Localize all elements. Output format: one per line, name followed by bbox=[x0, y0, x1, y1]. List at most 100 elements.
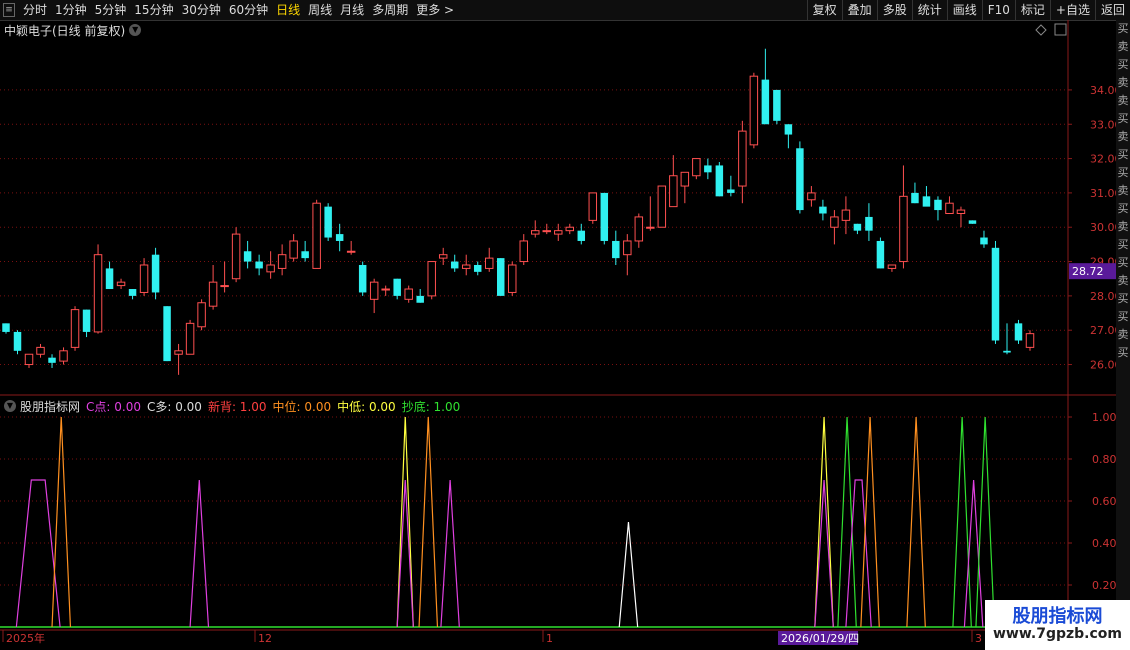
toolbar-button[interactable]: 复权 bbox=[806, 0, 842, 20]
candle-body bbox=[277, 254, 287, 269]
candle-body bbox=[335, 234, 344, 241]
candle-body bbox=[727, 189, 735, 193]
ind-tick-label: 0.60 bbox=[1092, 495, 1116, 508]
diamond-icon bbox=[1035, 24, 1047, 36]
candle-body bbox=[807, 192, 816, 201]
period-tab[interactable]: 多周期 bbox=[368, 0, 412, 20]
price-tick-label: 28.00 bbox=[1090, 290, 1116, 303]
candle-body bbox=[438, 254, 448, 259]
panel-icon bbox=[1054, 23, 1067, 36]
candle-body bbox=[761, 79, 770, 125]
candle-body bbox=[289, 240, 298, 259]
period-tab[interactable]: 月线 bbox=[336, 0, 368, 20]
candle-body bbox=[657, 185, 667, 228]
price-tick-label: 34.00 bbox=[1090, 84, 1116, 97]
toolbar-button[interactable]: 叠加 bbox=[841, 0, 877, 20]
indicator-signal-line bbox=[396, 416, 414, 628]
indicator-signal-line bbox=[906, 416, 926, 628]
candle-body bbox=[934, 199, 942, 211]
toolbar-button[interactable]: 标记 bbox=[1014, 0, 1050, 20]
candle-body bbox=[519, 240, 528, 263]
price-tick-label: 33.00 bbox=[1090, 118, 1116, 131]
period-tab[interactable]: 30分钟 bbox=[178, 0, 225, 20]
candle-body bbox=[82, 309, 91, 332]
period-tab[interactable]: 15分钟 bbox=[130, 0, 177, 20]
toolbar-button[interactable]: 画线 bbox=[946, 0, 982, 20]
candle-body bbox=[174, 350, 183, 355]
candle-body bbox=[623, 240, 632, 256]
candle-body bbox=[416, 295, 424, 303]
candle-body bbox=[473, 264, 482, 272]
toolbar-button[interactable]: +自选 bbox=[1049, 0, 1095, 20]
candle-body bbox=[612, 240, 620, 259]
candle-body bbox=[116, 281, 126, 287]
candle-body bbox=[841, 209, 851, 221]
candle-body bbox=[301, 251, 309, 259]
indicator-signal-line bbox=[952, 416, 972, 628]
menu-icon[interactable]: ≡ bbox=[3, 3, 15, 17]
candle-body bbox=[105, 268, 114, 290]
candle-body bbox=[450, 261, 459, 269]
indicator-header: ▼ 股朋指标网 C点: 0.00 C多: 0.00 新背: 1.00 中位: 0.00… bbox=[4, 398, 472, 414]
toolbar-button[interactable]: 返回 bbox=[1094, 0, 1130, 20]
candle-body bbox=[369, 281, 379, 300]
candle-body bbox=[312, 202, 321, 269]
period-toolbar: ≡ 分时 1分钟 5分钟 15分钟 30分钟 60分钟 日线 周线 月线 多周期 更多 > 复权 叠加… bbox=[0, 0, 1130, 21]
toolbar-button[interactable]: F10 bbox=[981, 0, 1015, 20]
candle-body bbox=[59, 350, 68, 362]
candle-body bbox=[542, 230, 552, 233]
side-signal-text: 买卖买卖卖买卖买买卖买卖买买卖买买卖买 bbox=[1117, 22, 1129, 359]
candle-body bbox=[738, 130, 747, 187]
indicator-signal-line bbox=[418, 416, 439, 628]
ind-tick-label: 0.40 bbox=[1092, 537, 1116, 550]
watermark-url: www.7gpzb.com bbox=[992, 626, 1122, 642]
side-signal-column: 买卖买卖卖买卖买买卖买卖买买卖买买卖买 bbox=[1116, 20, 1130, 630]
period-tab[interactable]: 日线 bbox=[272, 0, 304, 20]
candle-body bbox=[1014, 323, 1023, 341]
toolbar-button[interactable]: 多股 bbox=[876, 0, 912, 20]
candle-body bbox=[680, 171, 690, 187]
candle-body bbox=[128, 289, 137, 296]
watermark: 股朋指标网 www.7gpzb.com bbox=[985, 600, 1130, 650]
candle-body bbox=[197, 302, 206, 328]
candle-body bbox=[669, 175, 678, 208]
candle-body bbox=[945, 202, 954, 214]
period-tab[interactable]: 分时 bbox=[19, 0, 51, 20]
candle-body bbox=[243, 251, 252, 262]
period-tab[interactable]: 1分钟 bbox=[51, 0, 91, 20]
period-tab[interactable]: 5分钟 bbox=[91, 0, 131, 20]
indicator-signal-line bbox=[189, 479, 210, 628]
candle-body bbox=[2, 323, 10, 332]
candle-body bbox=[704, 165, 712, 173]
candle-body bbox=[93, 254, 103, 333]
indicator-signal-line bbox=[860, 416, 880, 628]
period-tab[interactable]: 周线 bbox=[304, 0, 336, 20]
candle-body bbox=[36, 346, 45, 355]
candle-body bbox=[876, 240, 885, 269]
candle-body bbox=[163, 306, 171, 362]
candle-body bbox=[634, 216, 644, 242]
candle-body bbox=[796, 148, 804, 211]
candle-body bbox=[484, 257, 494, 269]
indicator-param: C多: 0.00 bbox=[146, 399, 202, 414]
indicator-param: C点: 0.00 bbox=[86, 399, 141, 414]
chart-canvas[interactable]: 34.0033.0032.0031.0030.0029.0028.0027.00… bbox=[0, 20, 1116, 650]
candle-body bbox=[461, 264, 471, 269]
candle-body bbox=[13, 331, 22, 351]
toolbar-button[interactable]: 统计 bbox=[911, 0, 947, 20]
candle-body bbox=[255, 261, 263, 269]
chevron-down-icon[interactable]: ▼ bbox=[4, 400, 16, 412]
period-tab[interactable]: 60分钟 bbox=[225, 0, 272, 20]
period-tab[interactable]: 更多 > bbox=[412, 0, 458, 20]
candle-body bbox=[899, 195, 908, 263]
candle-body bbox=[266, 264, 275, 273]
candle-body bbox=[48, 357, 56, 363]
candle-body bbox=[830, 216, 839, 228]
price-tick-label: 30.00 bbox=[1090, 221, 1116, 234]
period-tabs: 分时 1分钟 5分钟 15分钟 30分钟 60分钟 日线 周线 月线 多周期 更多 > bbox=[19, 0, 458, 20]
candle-body bbox=[968, 220, 977, 224]
candle-body bbox=[692, 158, 701, 177]
candle-body bbox=[139, 264, 149, 293]
ind-tick-label: 1.00 bbox=[1092, 411, 1116, 424]
candle-body bbox=[1025, 333, 1035, 348]
